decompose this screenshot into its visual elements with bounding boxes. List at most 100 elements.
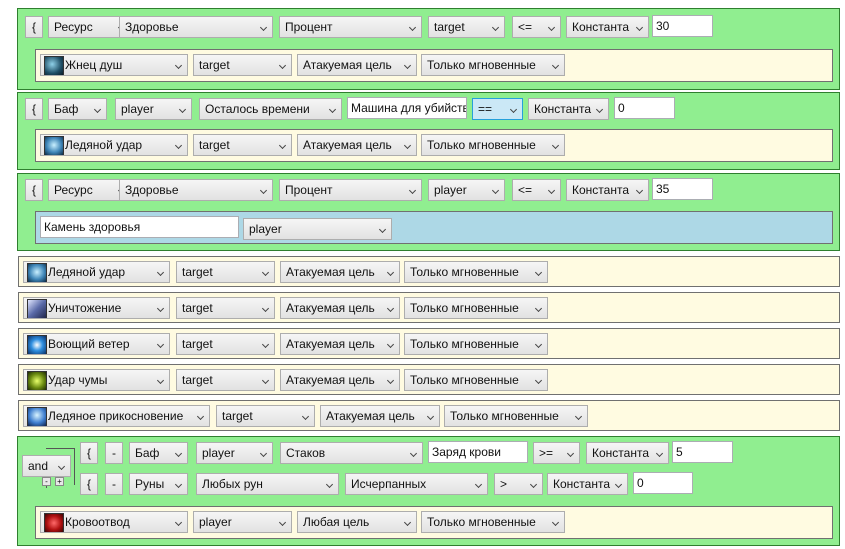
spell-row: Уничтожение target Атакуемая цель Только…: [18, 292, 840, 323]
spell-dropdown[interactable]: Ледяной удар: [23, 261, 170, 283]
value-type-dropdown[interactable]: Константа: [566, 179, 649, 201]
item-name-input[interactable]: Камень здоровья: [40, 216, 239, 238]
target-mode-dropdown[interactable]: Атакуемая цель: [280, 369, 400, 391]
spell-dropdown[interactable]: Воющий ветер: [23, 333, 170, 355]
action-row: Ледяной удар target Атакуемая цель Тольк…: [35, 129, 833, 162]
spell-dropdown[interactable]: Уничтожение: [23, 297, 170, 319]
value-type-dropdown[interactable]: Константа: [528, 98, 609, 120]
target-dropdown[interactable]: target: [176, 369, 275, 391]
condition-type-dropdown[interactable]: Руны: [129, 473, 188, 495]
frost-strike-icon: [27, 263, 47, 282]
open-brace-button[interactable]: {: [25, 16, 43, 38]
operator-dropdown[interactable]: ==: [472, 98, 523, 120]
remove-condition-button[interactable]: -: [42, 477, 51, 486]
operator-dropdown[interactable]: >=: [533, 442, 580, 464]
spell-dropdown[interactable]: Кровоотвод: [40, 511, 188, 533]
condition-block-3: { Ресурс Здоровье Процент player <= Конс…: [17, 173, 840, 251]
item-action-row: Камень здоровья player: [35, 211, 833, 244]
target-mode-dropdown[interactable]: Атакуемая цель: [297, 134, 417, 156]
spell-label: Уничтожение: [48, 301, 122, 315]
cast-mode-dropdown[interactable]: Только мгновенные: [404, 297, 548, 319]
condition-type-dropdown[interactable]: Баф: [129, 442, 188, 464]
buff-name-input[interactable]: Заряд крови: [428, 441, 528, 463]
add-condition-button[interactable]: +: [55, 477, 64, 486]
obliterate-icon: [27, 299, 47, 318]
spell-dropdown[interactable]: Ледяной удар: [40, 134, 188, 156]
target-dropdown[interactable]: target: [176, 297, 275, 319]
unit-dropdown[interactable]: player: [115, 98, 192, 120]
measure-dropdown[interactable]: Процент: [279, 179, 422, 201]
connector-line: [46, 448, 74, 449]
spell-dropdown[interactable]: Жнец душ: [40, 54, 188, 76]
minus-button[interactable]: -: [105, 473, 123, 495]
buff-name-input[interactable]: Машина для убийств: [347, 97, 467, 119]
cast-mode-dropdown[interactable]: Только мгновенные: [404, 369, 548, 391]
unit-dropdown[interactable]: player: [428, 179, 505, 201]
target-dropdown[interactable]: target: [193, 54, 292, 76]
spell-dropdown[interactable]: Ледяное прикосновение: [23, 405, 210, 427]
target-dropdown[interactable]: target: [176, 261, 275, 283]
value-input[interactable]: 30: [652, 15, 713, 37]
spell-row: Удар чумы target Атакуемая цель Только м…: [18, 364, 840, 395]
spell-label: Ледяной удар: [48, 265, 126, 279]
rune-state-dropdown[interactable]: Исчерпанных: [345, 473, 488, 495]
blood-tap-icon: [44, 513, 64, 532]
resource-dropdown[interactable]: Здоровье: [119, 179, 273, 201]
open-brace-button[interactable]: {: [80, 473, 98, 495]
target-dropdown[interactable]: target: [216, 405, 315, 427]
spell-label: Воющий ветер: [48, 337, 130, 351]
cast-mode-dropdown[interactable]: Только мгновенные: [444, 405, 588, 427]
target-mode-dropdown[interactable]: Атакуемая цель: [280, 261, 400, 283]
rune-type-dropdown[interactable]: Любых рун: [196, 473, 339, 495]
open-brace-button[interactable]: {: [25, 179, 43, 201]
resource-dropdown[interactable]: Здоровье: [119, 16, 273, 38]
value-input[interactable]: 0: [633, 472, 693, 494]
condition-block-1: { Ресурс Здоровье Процент target <= Конс…: [17, 8, 840, 90]
operator-dropdown[interactable]: <=: [512, 16, 561, 38]
spell-label: Ледяное прикосновение: [48, 409, 184, 423]
unit-dropdown[interactable]: player: [196, 442, 273, 464]
target-mode-dropdown[interactable]: Любая цель: [297, 511, 417, 533]
value-type-dropdown[interactable]: Константа: [547, 473, 628, 495]
condition-block-2: { Баф player Осталось времени Машина для…: [17, 92, 840, 170]
spell-label: Удар чумы: [48, 373, 108, 387]
value-input[interactable]: 35: [652, 178, 713, 200]
logic-operator-dropdown[interactable]: and: [22, 455, 71, 477]
measure-dropdown[interactable]: Процент: [279, 16, 422, 38]
target-mode-dropdown[interactable]: Атакуемая цель: [280, 297, 400, 319]
value-type-dropdown[interactable]: Константа: [566, 16, 649, 38]
cast-mode-dropdown[interactable]: Только мгновенные: [421, 511, 565, 533]
open-brace-button[interactable]: {: [80, 442, 98, 464]
spell-label: Жнец душ: [65, 58, 123, 72]
cast-mode-dropdown[interactable]: Только мгновенные: [404, 261, 548, 283]
value-input[interactable]: 5: [672, 441, 733, 463]
action-row: Кровоотвод player Любая цель Только мгно…: [35, 506, 833, 539]
cast-mode-dropdown[interactable]: Только мгновенные: [421, 54, 565, 76]
plague-strike-icon: [27, 371, 47, 390]
open-brace-button[interactable]: {: [25, 98, 43, 120]
cast-mode-dropdown[interactable]: Только мгновенные: [421, 134, 565, 156]
target-dropdown[interactable]: player: [193, 511, 292, 533]
target-dropdown[interactable]: target: [193, 134, 292, 156]
operator-dropdown[interactable]: >: [494, 473, 543, 495]
value-input[interactable]: 0: [614, 97, 675, 119]
target-dropdown[interactable]: target: [176, 333, 275, 355]
cast-mode-dropdown[interactable]: Только мгновенные: [404, 333, 548, 355]
spell-label: Ледяной удар: [65, 138, 143, 152]
value-type-dropdown[interactable]: Константа: [586, 442, 669, 464]
unit-dropdown[interactable]: target: [428, 16, 505, 38]
target-mode-dropdown[interactable]: Атакуемая цель: [320, 405, 440, 427]
measure-dropdown[interactable]: Стаков: [280, 442, 423, 464]
condition-type-dropdown[interactable]: Баф: [48, 98, 107, 120]
target-dropdown[interactable]: player: [243, 218, 392, 240]
target-mode-dropdown[interactable]: Атакуемая цель: [280, 333, 400, 355]
action-row: Жнец душ target Атакуемая цель Только мг…: [35, 49, 833, 82]
connector-line: [74, 448, 75, 485]
icy-touch-icon: [27, 407, 47, 426]
spell-dropdown[interactable]: Удар чумы: [23, 369, 170, 391]
operator-dropdown[interactable]: <=: [512, 179, 561, 201]
spell-row: Воющий ветер target Атакуемая цель Тольк…: [18, 328, 840, 359]
target-mode-dropdown[interactable]: Атакуемая цель: [297, 54, 417, 76]
minus-button[interactable]: -: [105, 442, 123, 464]
measure-dropdown[interactable]: Осталось времени: [199, 98, 342, 120]
